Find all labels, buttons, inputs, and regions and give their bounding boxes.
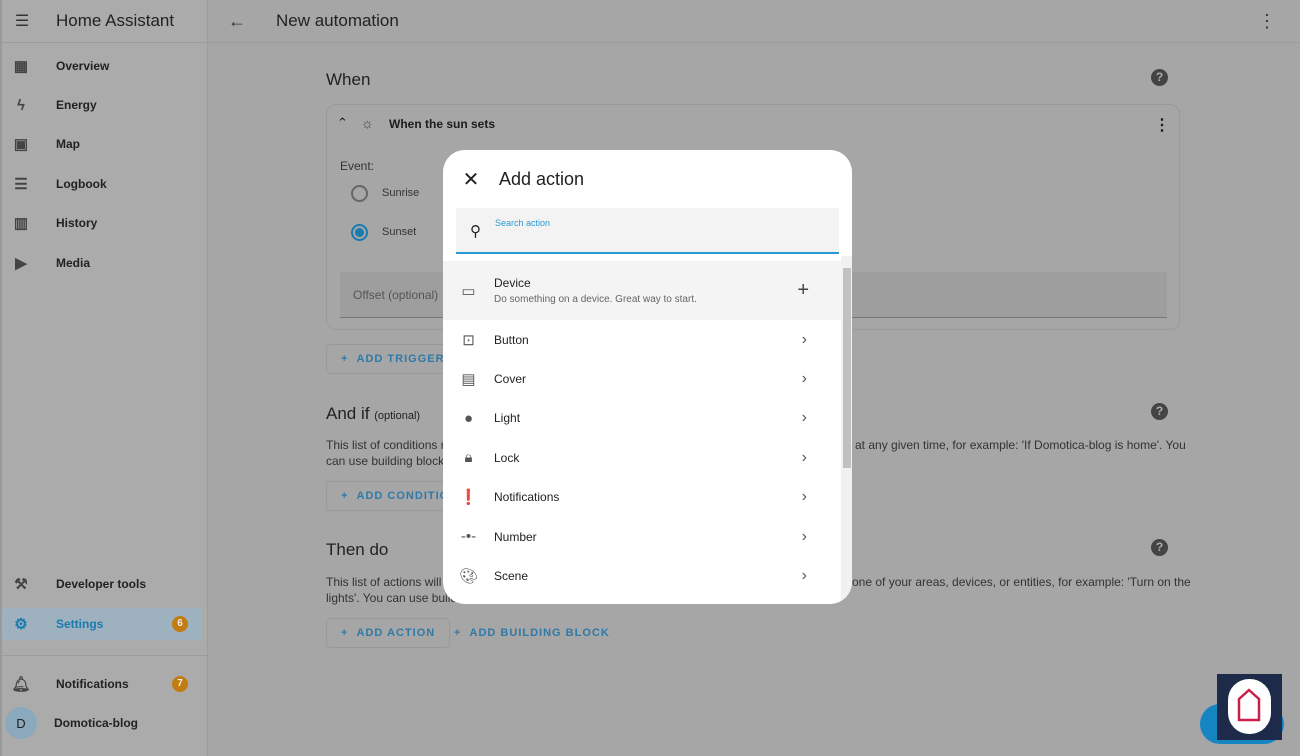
map-icon: ▣ [13,136,29,153]
add-action-dialog: ✕ Add action ⚲ Search action ▭ Device Do som… [443,150,852,604]
app-title: Home Assistant [56,11,175,30]
plus-icon[interactable]: + [797,279,809,302]
close-icon[interactable]: ✕ [443,167,499,192]
add-building-block-button[interactable]: + ADD BUILDING BLOCK [454,627,610,639]
chevron-up-icon[interactable]: ⌃ [337,115,348,131]
lightbulb-icon: ● [463,409,474,427]
and-if-description-right: at any given time, for example: 'If Domo… [855,438,1186,452]
radio-sunset[interactable] [351,224,368,241]
palette-icon: 🎨︎ [458,568,479,586]
chevron-right-icon: › [801,448,807,466]
chevron-right-icon: › [801,409,807,427]
then-do-description: This list of actions will lights'. You ca… [326,575,458,605]
list-item-light[interactable]: ● Light › [443,399,841,438]
menu-icon[interactable]: ☰ [2,11,42,31]
radio-sunrise[interactable] [351,185,368,202]
view-dashboard-icon: ▦ [13,58,29,75]
sidebar-item-map[interactable]: ▣ Map [2,128,202,160]
window-shutter-icon: ▤ [461,371,476,389]
play-box-icon: ▶ [15,255,27,272]
help-icon[interactable]: ? [1151,403,1168,420]
sidebar-item-profile[interactable]: D Domotica-blog [2,707,202,739]
and-if-description: This list of conditions n can use buildin… [326,438,451,468]
list-item-cover[interactable]: ▤ Cover › [443,359,841,398]
page-title: New automation [276,11,399,30]
list-item-scene[interactable]: 🎨︎ Scene › [443,556,841,595]
sidebar: ☰ Home Assistant ▦ Overview ϟ Energy ▣ Map ☰… [0,0,208,756]
scrollbar-thumb[interactable] [843,268,851,468]
and-if-title: And if (optional) [326,404,421,423]
list-item-number[interactable]: -•- Number › [443,517,841,556]
help-icon[interactable]: ? [1151,539,1168,556]
avatar: D [5,707,37,739]
domotica-logo [1217,674,1282,740]
sidebar-item-notifications[interactable]: 🔔︎ Notifications 7 [2,668,202,700]
notifications-badge: 7 [172,676,188,692]
lock-icon: 🔒︎ [464,449,473,467]
then-do-title: Then do [326,540,389,559]
sidebar-item-media[interactable]: ▶ Media [2,247,202,279]
then-do-description-right: one of your areas, devices, or entities,… [852,575,1191,589]
list-item-lock[interactable]: 🔒︎ Lock › [443,438,841,477]
chevron-right-icon: › [801,527,807,545]
add-action-button[interactable]: + ADD ACTION [326,618,451,648]
action-list: ▭ Device Do something on a device. Great w… [443,261,841,596]
message-alert-icon: ❗ [459,489,478,507]
help-icon[interactable]: ? [1151,69,1168,86]
sun-icon: ☼ [361,115,374,131]
hammer-icon: ⚒ [14,576,28,593]
chart-box-icon: ▥ [13,215,29,232]
trigger-menu-icon[interactable]: ⋮ [1154,115,1170,135]
search-icon: ⚲ [470,223,481,240]
bell-icon: 🔔︎ [11,676,31,693]
list-item-button[interactable]: ⊡ Button › [443,320,841,359]
when-title: When [326,70,371,89]
back-arrow-icon[interactable]: ← [208,11,266,32]
divider [2,655,208,656]
sidebar-item-history[interactable]: ▥ History [2,207,202,239]
sidebar-item-energy[interactable]: ϟ Energy [2,89,202,121]
list-item-device[interactable]: ▭ Device Do something on a device. Great w… [443,261,841,320]
chevron-right-icon: › [801,370,807,388]
top-bar: ← New automation ⋮ [208,0,1300,43]
more-vert-icon[interactable]: ⋮ [1258,11,1276,32]
sidebar-item-developer-tools[interactable]: ⚒ Developer tools [2,568,202,600]
gesture-tap-button-icon: ⊡ [462,331,475,349]
scrollbar[interactable] [841,256,852,604]
chevron-right-icon: › [801,567,807,585]
trigger-title: When the sun sets [389,117,496,131]
chevron-right-icon: › [801,488,807,506]
settings-badge: 6 [172,616,188,632]
event-label: Event: [340,159,375,173]
sidebar-item-overview[interactable]: ▦ Overview [2,50,202,82]
ray-vertex-icon: -•- [460,528,477,546]
devices-icon: ▭ [461,282,476,300]
list-item-notifications[interactable]: ❗ Notifications › [443,478,841,517]
chevron-right-icon: › [801,330,807,348]
sidebar-item-settings[interactable]: ⚙ Settings 6 [2,608,202,640]
lightning-icon: ϟ [17,96,25,114]
list-icon: ☰ [14,176,28,193]
dialog-title: Add action [499,168,585,189]
sidebar-item-logbook[interactable]: ☰ Logbook [2,168,202,200]
add-trigger-button[interactable]: + ADD TRIGGER [326,344,460,374]
search-input[interactable]: ⚲ Search action [456,208,839,254]
gear-icon: ⚙ [14,616,28,633]
